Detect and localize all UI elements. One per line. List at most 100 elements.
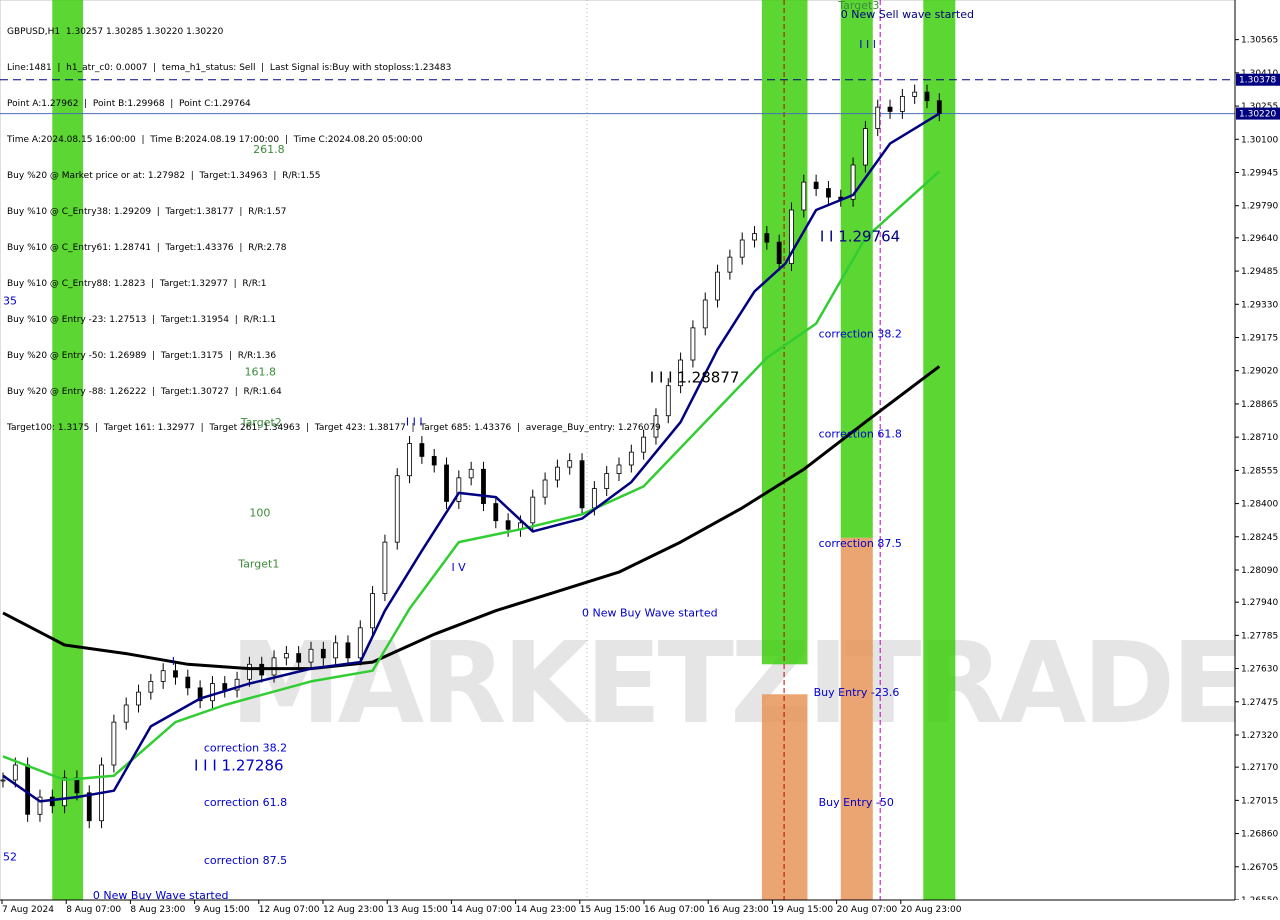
entry-zone [840, 537, 873, 900]
candle-body [246, 663, 252, 680]
price-tag-label: 1.30220 [1239, 110, 1276, 120]
price-tick-label: 1.27630 [1241, 665, 1278, 675]
info-line: Buy %10 @ C_Entry88: 1.2823 | Target:1.3… [7, 279, 267, 289]
chart-annotation: Target1 [237, 558, 279, 571]
info-line: Buy %20 @ Market price or at: 1.27982 | … [7, 171, 321, 181]
candle-body [481, 468, 486, 504]
price-tick-label: 1.29330 [1241, 300, 1278, 310]
time-tick-label: 13 Aug 15:00 [387, 905, 448, 915]
candle-body [210, 683, 215, 702]
price-tag-label: 1.30378 [1239, 76, 1276, 86]
candle-body [875, 106, 881, 129]
candle-body [173, 670, 178, 678]
chart-annotation: Target3 [837, 0, 879, 12]
candle-body [271, 657, 277, 676]
info-line: Buy %10 @ C_Entry61: 1.28741 | Target:1.… [7, 243, 287, 253]
info-line: Buy %10 @ C_Entry38: 1.29209 | Target:1.… [7, 207, 287, 217]
time-tick-label: 12 Aug 07:00 [259, 905, 320, 915]
candle-body [776, 241, 782, 264]
candle-body [283, 653, 289, 659]
candle-body [382, 541, 388, 594]
entry-zone [761, 694, 808, 900]
candle-body [123, 704, 129, 723]
price-tick-label: 1.26705 [1241, 863, 1278, 873]
candle-body [185, 676, 191, 689]
candle-body [370, 593, 376, 629]
candle-body [357, 627, 363, 659]
time-tick-label: 19 Aug 15:00 [772, 905, 833, 915]
time-tick-label: 15 Aug 15:00 [580, 905, 641, 915]
chart-annotation: correction 61.8 [819, 427, 902, 440]
price-tick-label: 1.27015 [1241, 796, 1278, 806]
candle-body [320, 648, 326, 659]
chart-annotation: Buy Entry -23.6 [814, 686, 900, 699]
candle-body [727, 256, 733, 273]
indicator-info-panel: GBPUSD,H1 1.30257 1.30285 1.30220 1.3022… [7, 2, 661, 458]
price-tick-label: 1.29485 [1241, 267, 1278, 277]
price-tick-label: 1.26860 [1241, 830, 1278, 840]
candle-body [136, 691, 141, 706]
candle-body [456, 477, 462, 502]
candle-body [12, 764, 18, 781]
candle-body [702, 299, 708, 329]
candle-body [530, 496, 536, 524]
candle-body [665, 385, 671, 417]
time-tick-label: 12 Aug 23:00 [323, 905, 384, 915]
candle-body [345, 642, 351, 659]
candle-body [764, 233, 770, 243]
time-tick-label: 16 Aug 07:00 [644, 905, 705, 915]
price-tick-label: 1.28090 [1241, 566, 1278, 576]
chart-annotation: 52 [3, 850, 17, 863]
time-tick-label: 16 Aug 23:00 [708, 905, 769, 915]
candle-body [148, 681, 154, 693]
info-line: Target100: 1.3175 | Target 161: 1.32977 … [7, 423, 661, 433]
candle-body [604, 473, 610, 489]
candle-body [111, 721, 117, 766]
price-tick-label: 1.27320 [1241, 731, 1278, 741]
candle-body [394, 475, 400, 543]
price-tick-label: 1.28400 [1241, 500, 1278, 510]
candle-body [579, 460, 585, 509]
candle-body [739, 239, 745, 258]
candle-body [591, 488, 597, 509]
candle-body [813, 181, 819, 189]
candle-body [899, 96, 905, 112]
candle-body [308, 648, 314, 663]
price-tick-label: 1.28865 [1241, 400, 1278, 410]
chart-annotation: correction 38.2 [819, 328, 902, 341]
candle-body [924, 91, 930, 102]
price-tick-label: 1.27785 [1241, 631, 1278, 641]
time-tick-label: 9 Aug 15:00 [195, 905, 250, 915]
info-line: Buy %20 @ Entry -88: 1.26222 | Target:1.… [7, 387, 282, 397]
chart-annotation: correction 38.2 [204, 741, 287, 754]
chart-annotation: 100 [249, 507, 270, 520]
chart-window: MARKETZITRADE 0 New Sell wave started I I … [0, 0, 1280, 920]
time-tick-label: 14 Aug 07:00 [451, 905, 512, 915]
chart-annotation: I I I [859, 38, 876, 51]
candle-body [863, 128, 868, 166]
candle-body [801, 181, 807, 211]
candle-body [86, 792, 92, 822]
green-band [840, 0, 873, 538]
price-tick-label: 1.30565 [1241, 36, 1278, 46]
price-tick-label: 1.27475 [1241, 698, 1278, 708]
candle-body [542, 479, 548, 498]
chart-annotation: I I I 1.28877 [650, 369, 740, 387]
time-tick-label: 8 Aug 23:00 [130, 905, 185, 915]
candle-body [887, 106, 893, 112]
chart-annotation: I I I 1.27286 [194, 757, 284, 775]
time-tick-label: 8 Aug 07:00 [66, 905, 121, 915]
candle-body [296, 653, 302, 663]
candle-body [468, 468, 474, 479]
candle-body [567, 460, 573, 468]
chart-annotation: 0 New Buy Wave started [582, 607, 718, 620]
time-tick-label: 14 Aug 23:00 [516, 905, 577, 915]
candle-body [62, 777, 67, 807]
price-tick-label: 1.29640 [1241, 234, 1278, 244]
time-tick-label: 20 Aug 23:00 [901, 905, 962, 915]
candle-body [715, 271, 720, 301]
chart-annotation: I V [451, 561, 466, 574]
candle-body [493, 503, 499, 522]
time-tick-label: 7 Aug 2024 [2, 905, 54, 915]
green-band [923, 0, 956, 900]
